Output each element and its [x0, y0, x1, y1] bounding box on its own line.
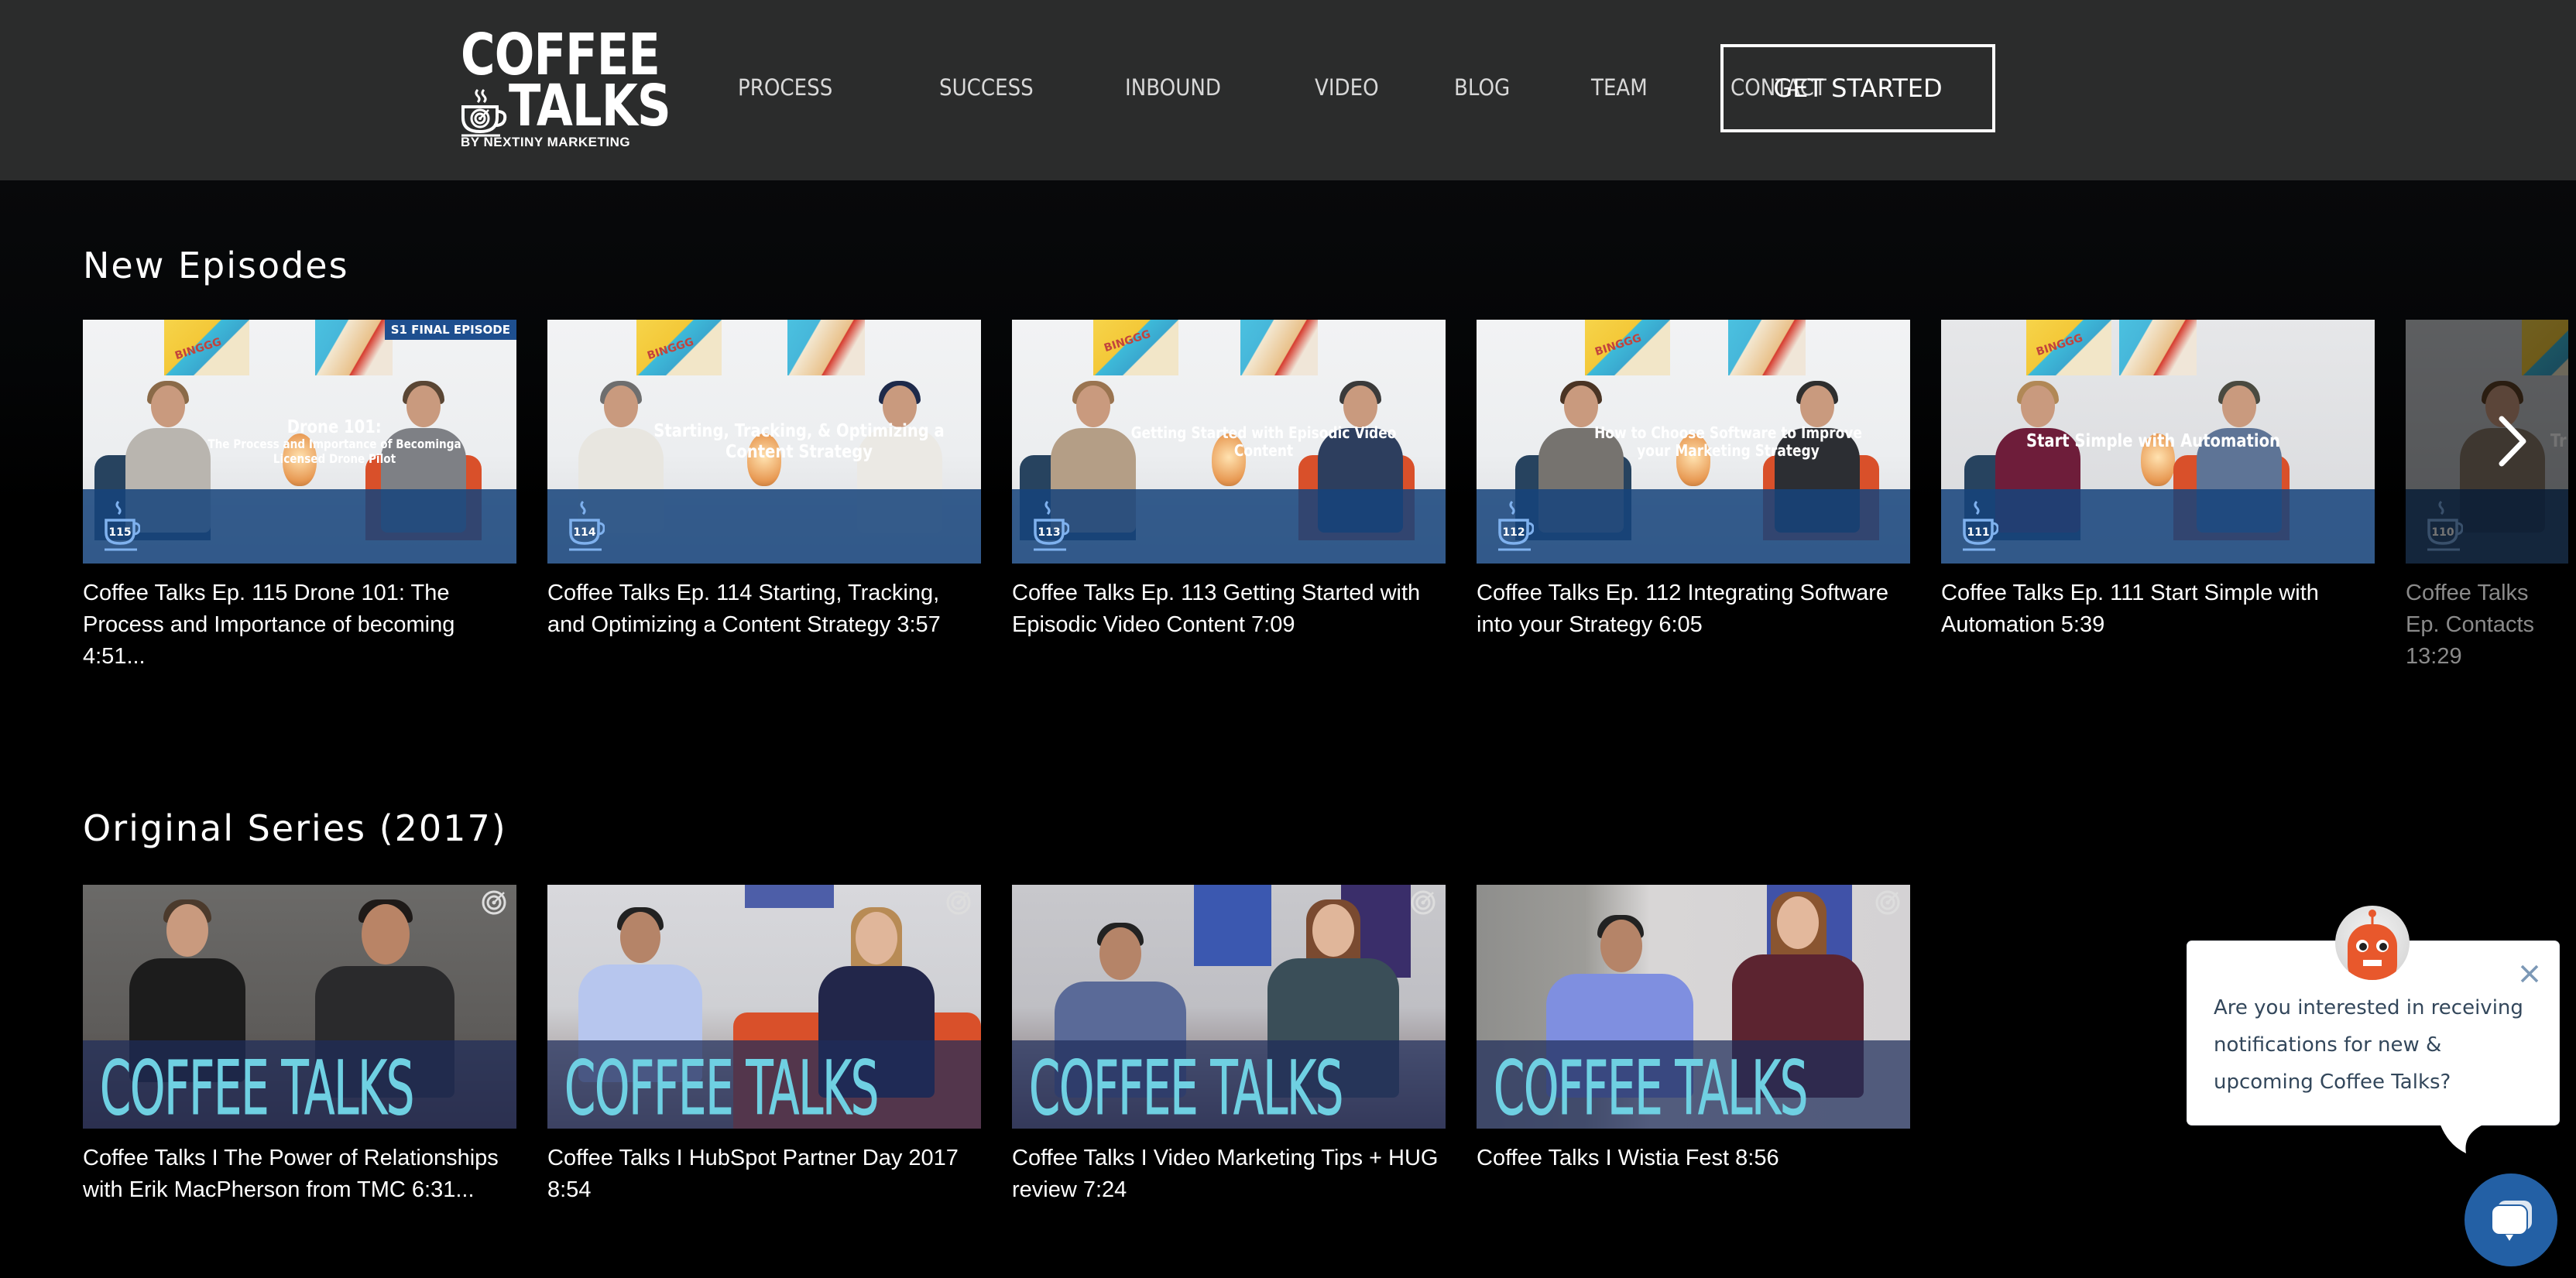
episode-caption[interactable]: Coffee Talks I Video Marketing Tips + HU…: [1012, 1143, 1446, 1206]
nextiny-target-icon: [1411, 890, 1435, 915]
episode-number: 112: [1502, 526, 1525, 539]
video-thumbnail[interactable]: COFFEE TALKS: [547, 885, 981, 1129]
coffee-cup-icon: 114: [569, 500, 605, 551]
episode-number: 114: [573, 526, 595, 539]
robot-avatar: [2335, 906, 2410, 980]
nextiny-target-icon: [482, 890, 506, 915]
video-thumbnail[interactable]: BINGGG 113 Getting Started with Episodic…: [1012, 320, 1446, 564]
chevron-right-icon[interactable]: [2497, 414, 2528, 468]
coffee-talks-brand-text: COFFEE TALKS: [100, 1045, 415, 1129]
nav-process[interactable]: PROCESS: [738, 74, 877, 101]
episode-caption[interactable]: Coffee Talks Ep. 112 Integrating Softwar…: [1477, 577, 1910, 641]
thumb-title: Start Simple with Automation: [2026, 431, 2280, 452]
episode-caption[interactable]: Coffee Talks Ep. 111 Start Simple with A…: [1941, 577, 2375, 641]
logo-tagline: BY NEXTINY MARKETING: [461, 135, 631, 149]
logo-line-2: TALKS: [509, 73, 671, 139]
video-thumbnail[interactable]: COFFEE TALKS: [1012, 885, 1446, 1129]
video-thumbnail[interactable]: BINGGG 112 How to Choose Software to Imp…: [1477, 320, 1910, 564]
episode-card[interactable]: 110 Tr Coffee Talks Ep. Contacts 13:29: [2406, 320, 2576, 673]
episode-caption[interactable]: Coffee Talks Ep. 114 Starting, Tracking,…: [547, 577, 981, 641]
close-icon[interactable]: [2518, 962, 2541, 985]
coffee-cup-logo-icon: [461, 88, 507, 137]
episode-card[interactable]: COFFEE TALKS Coffee Talks I Video Market…: [1012, 885, 1446, 1206]
coffee-cup-icon: 112: [1498, 500, 1534, 551]
site-header: COFFEE TALKS BY NEXTINY MARKETING PROCES…: [0, 0, 2576, 180]
episode-card[interactable]: COFFEE TALKS Coffee Talks I HubSpot Part…: [547, 885, 981, 1206]
episode-caption[interactable]: Coffee Talks Ep. 115 Drone 101: The Proc…: [83, 577, 516, 673]
new-episodes-carousel: BINGGG S1 FINAL EPISODE 115 Drone 101: T…: [83, 320, 2576, 669]
episode-number: 115: [108, 526, 131, 539]
nextiny-target-icon: [1875, 890, 1900, 915]
thumb-title: Starting, Tracking, & Optimizing a Conte…: [653, 421, 945, 462]
episode-caption[interactable]: Coffee Talks I HubSpot Partner Day 2017 …: [547, 1143, 981, 1206]
original-series-heading: Original Series (2017): [83, 807, 507, 849]
coffee-cup-icon: 115: [105, 500, 140, 551]
chat-launcher-button[interactable]: [2465, 1173, 2557, 1266]
chat-bubbles-icon: [2491, 1201, 2532, 1241]
coffee-talks-logo[interactable]: COFFEE TALKS BY NEXTINY MARKETING: [461, 26, 671, 154]
video-thumbnail[interactable]: 110 Tr: [2406, 320, 2568, 564]
nav-success[interactable]: SUCCESS: [939, 74, 1065, 101]
coffee-talks-brand-text: COFFEE TALKS: [564, 1045, 880, 1129]
episode-caption[interactable]: Coffee Talks Ep. 113 Getting Started wit…: [1012, 577, 1446, 641]
video-thumbnail[interactable]: BINGGG S1 FINAL EPISODE 115 Drone 101: T…: [83, 320, 516, 564]
thumb-title: Drone 101: The Process and Importance of…: [208, 416, 461, 466]
robot-icon: [2348, 910, 2397, 980]
get-started-button[interactable]: GET STARTED: [1720, 44, 1995, 132]
episode-card[interactable]: BINGGG 113 Getting Started with Episodic…: [1012, 320, 1446, 641]
video-thumbnail[interactable]: COFFEE TALKS: [1477, 885, 1910, 1129]
episode-card[interactable]: BINGGG 112 How to Choose Software to Imp…: [1477, 320, 1910, 641]
nav-blog[interactable]: BLOG: [1454, 74, 1535, 101]
coffee-talks-brand-text: COFFEE TALKS: [1029, 1045, 1344, 1129]
coffee-cup-icon: 113: [1034, 500, 1069, 551]
episode-card[interactable]: COFFEE TALKS Coffee Talks I Wistia Fest …: [1477, 885, 1910, 1174]
nextiny-target-icon: [946, 890, 971, 915]
video-thumbnail[interactable]: BINGGG 111 Start Simple with Automation: [1941, 320, 2375, 564]
episode-card[interactable]: BINGGG 114 Starting, Tracking, & Optimiz…: [547, 320, 981, 641]
nav-team[interactable]: TEAM: [1591, 74, 1675, 101]
video-thumbnail[interactable]: COFFEE TALKS: [83, 885, 516, 1129]
episode-caption[interactable]: Coffee Talks I The Power of Relationship…: [83, 1143, 516, 1206]
nav-inbound[interactable]: INBOUND: [1125, 74, 1254, 101]
chat-bubble-tail: [2439, 1121, 2493, 1153]
thumb-title: Getting Started with Episodic Video Cont…: [1130, 423, 1397, 460]
episode-card[interactable]: BINGGG S1 FINAL EPISODE 115 Drone 101: T…: [83, 320, 516, 673]
episode-caption[interactable]: Coffee Talks I Wistia Fest 8:56: [1477, 1143, 1910, 1174]
episode-card[interactable]: BINGGG 111 Start Simple with Automation …: [1941, 320, 2375, 641]
episode-caption[interactable]: Coffee Talks Ep. Contacts 13:29: [2406, 577, 2561, 673]
new-episodes-heading: New Episodes: [83, 245, 349, 286]
episode-number: 113: [1038, 526, 1060, 539]
episode-number: 111: [1967, 526, 1989, 539]
coffee-cup-icon: 111: [1963, 500, 1998, 551]
episode-card[interactable]: COFFEE TALKS Coffee Talks I The Power of…: [83, 885, 516, 1206]
chat-message: Are you interested in receiving notifica…: [2214, 996, 2523, 1094]
video-thumbnail[interactable]: BINGGG 114 Starting, Tracking, & Optimiz…: [547, 320, 981, 564]
coffee-talks-brand-text: COFFEE TALKS: [1494, 1045, 1809, 1129]
thumb-title: How to Choose Software to Improve your M…: [1594, 423, 1862, 460]
nav-video[interactable]: VIDEO: [1315, 74, 1398, 101]
